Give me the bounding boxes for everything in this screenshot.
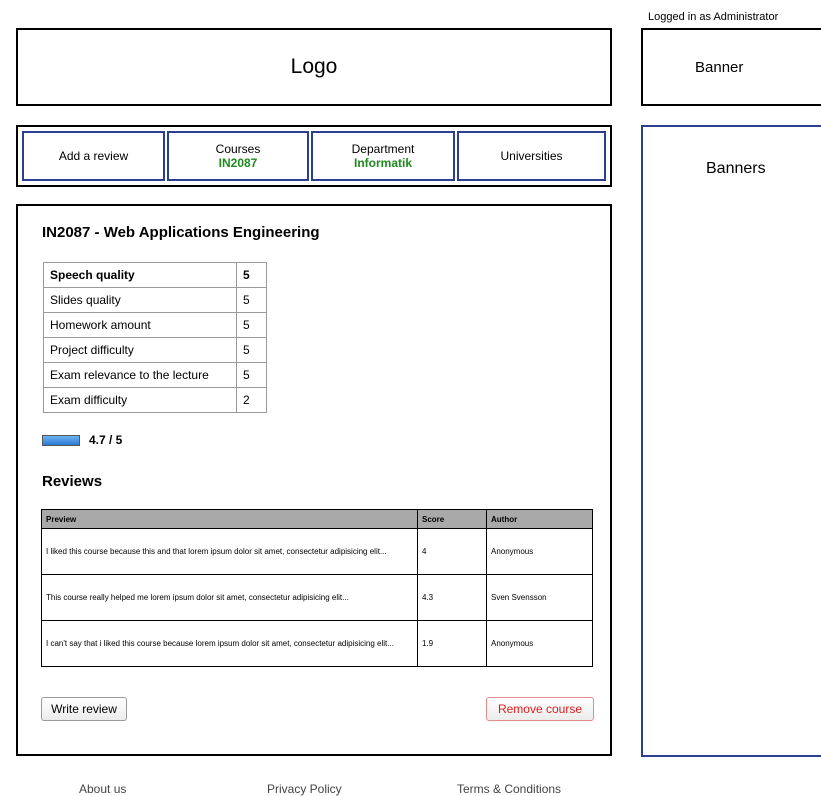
rating-label: Slides quality [43,287,237,313]
reviews-header-row: Preview Score Author [41,509,593,529]
rating-label: Speech quality [43,262,237,288]
rating-row: Exam difficulty 2 [43,387,267,413]
banner-label: Banner [695,58,744,76]
rating-row: Speech quality 5 [43,262,267,288]
rating-row: Homework amount 5 [43,312,267,338]
course-panel: IN2087 - Web Applications Engineering Sp… [16,204,612,756]
rating-value: 5 [236,362,267,388]
table-row[interactable]: I liked this course because this and tha… [41,528,593,575]
nav-department-current: Informatik [353,156,412,170]
main-nav: Add a review Courses IN2087 Department I… [16,125,612,187]
footer-link-privacy[interactable]: Privacy Policy [267,782,342,796]
table-row[interactable]: This course really helped me lorem ipsum… [41,574,593,621]
nav-courses[interactable]: Courses IN2087 [167,131,309,181]
reviews-heading: Reviews [42,473,103,490]
review-author: Sven Svensson [486,574,593,621]
rating-row: Slides quality 5 [43,287,267,313]
column-header-preview[interactable]: Preview [41,509,418,529]
footer-link-terms[interactable]: Terms & Conditions [457,782,561,796]
review-score: 4.3 [417,574,487,621]
nav-add-review[interactable]: Add a review [22,131,165,181]
rating-label: Exam difficulty [43,387,237,413]
rating-row: Project difficulty 5 [43,337,267,363]
rating-value: 5 [236,337,267,363]
column-header-score[interactable]: Score [417,509,487,529]
side-banners[interactable]: Banners [641,125,821,757]
footer-link-about[interactable]: About us [79,782,126,796]
login-status: Logged in as Administrator [648,11,779,23]
overall-score-text: 4.7 / 5 [89,433,123,447]
rating-value: 2 [236,387,267,413]
banners-label: Banners [706,160,766,177]
nav-add-review-label: Add a review [58,149,129,163]
review-preview[interactable]: I can't say that i liked this course bec… [41,620,418,667]
nav-universities-label: Universities [500,149,563,163]
reviews-table: Preview Score Author I liked this course… [41,509,593,667]
review-score: 1.9 [417,620,487,667]
review-author: Anonymous [486,528,593,575]
top-banner[interactable]: Banner [641,28,821,106]
rating-label: Homework amount [43,312,237,338]
nav-courses-label: Courses [215,142,261,156]
rating-value: 5 [236,262,267,288]
rating-row: Exam relevance to the lecture 5 [43,362,267,388]
logo[interactable]: Logo [16,28,612,106]
nav-courses-current: IN2087 [218,156,258,170]
write-review-button[interactable]: Write review [41,697,127,721]
rating-label: Exam relevance to the lecture [43,362,237,388]
overall-score-bar [42,435,80,446]
rating-value: 5 [236,287,267,313]
logo-label: Logo [290,55,338,78]
remove-course-button[interactable]: Remove course [486,697,594,721]
nav-universities[interactable]: Universities [457,131,606,181]
review-preview[interactable]: This course really helped me lorem ipsum… [41,574,418,621]
course-title: IN2087 - Web Applications Engineering [42,224,320,241]
rating-value: 5 [236,312,267,338]
review-preview[interactable]: I liked this course because this and tha… [41,528,418,575]
ratings-table: Speech quality 5 Slides quality 5 Homewo… [43,262,267,413]
table-row[interactable]: I can't say that i liked this course bec… [41,620,593,667]
review-score: 4 [417,528,487,575]
review-author: Anonymous [486,620,593,667]
rating-label: Project difficulty [43,337,237,363]
nav-department[interactable]: Department Informatik [311,131,455,181]
nav-department-label: Department [351,142,415,156]
column-header-author[interactable]: Author [486,509,593,529]
